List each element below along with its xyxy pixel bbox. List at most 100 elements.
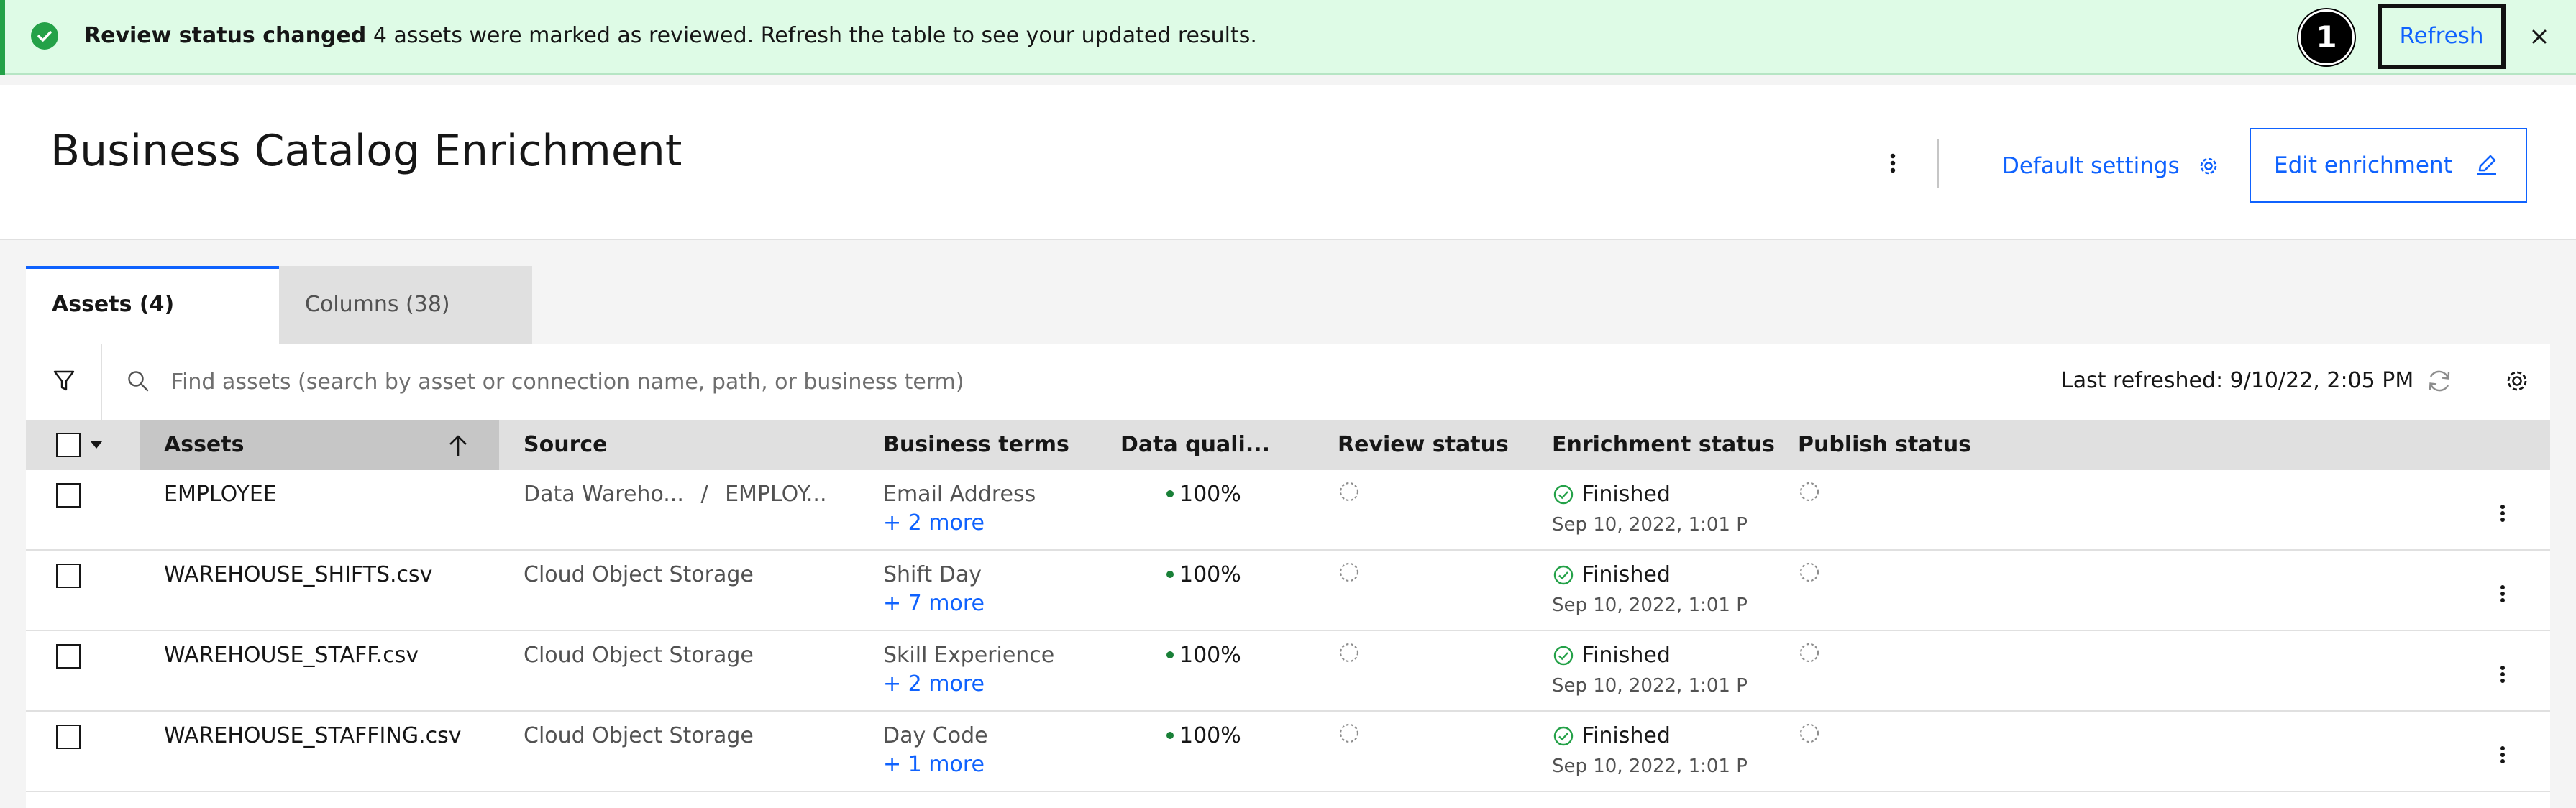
notification-message: 4 assets were marked as reviewed. Refres… bbox=[373, 23, 1257, 48]
gear-icon[interactable] bbox=[2503, 367, 2531, 395]
quality-percent: 100% bbox=[1179, 562, 1241, 587]
table-row[interactable]: WAREHOUSE_STAFFING.csv Cloud Object Stor… bbox=[26, 712, 2550, 792]
close-icon[interactable] bbox=[2524, 22, 2554, 52]
quality-percent: 100% bbox=[1179, 723, 1241, 748]
arrow-up-icon[interactable] bbox=[446, 433, 470, 459]
overflow-menu-vertical-icon[interactable] bbox=[2494, 740, 2511, 769]
asset-source: Cloud Object Storage bbox=[524, 723, 754, 748]
tab-columns[interactable]: Columns (38) bbox=[279, 266, 532, 344]
enrichment-status-text: Finished bbox=[1582, 643, 1671, 668]
table-row[interactable]: WAREHOUSE_SHIFTS.csv Cloud Object Storag… bbox=[26, 551, 2550, 631]
edit-enrichment-label: Edit enrichment bbox=[2274, 152, 2452, 178]
edit-enrichment-button[interactable]: Edit enrichment bbox=[2250, 128, 2527, 203]
publish-status-pending-icon bbox=[1799, 562, 1819, 582]
default-settings-button[interactable]: Default settings bbox=[2002, 147, 2220, 183]
column-header-publish-status[interactable]: Publish status bbox=[1798, 420, 1971, 470]
column-header-enrichment-status[interactable]: Enrichment status bbox=[1552, 420, 1775, 470]
row-checkbox[interactable] bbox=[56, 725, 81, 749]
data-quality-value: 100% bbox=[1166, 561, 1241, 589]
quality-percent: 100% bbox=[1179, 482, 1241, 507]
step-number-badge: 1 bbox=[2298, 9, 2355, 65]
overflow-menu-vertical-icon[interactable] bbox=[1880, 147, 1906, 180]
table-row[interactable]: EMPLOYEE Data Wareho... / EMPLOY... Emai… bbox=[26, 470, 2550, 551]
asset-source: Data Wareho... / EMPLOY... bbox=[524, 480, 827, 509]
asset-name[interactable]: WAREHOUSE_STAFF.csv bbox=[164, 641, 419, 670]
table-toolbar: Last refreshed: 9/10/22, 2:05 PM bbox=[26, 344, 2550, 420]
enrichment-status-text: Finished bbox=[1582, 723, 1671, 748]
quality-percent: 100% bbox=[1179, 643, 1241, 668]
publish-status-pending-icon bbox=[1799, 723, 1819, 743]
row-checkbox[interactable] bbox=[56, 644, 81, 669]
source-path: EMPLOY... bbox=[725, 482, 827, 507]
notification-accent-bar bbox=[0, 0, 5, 75]
success-notification: Review status changed 4 assets were mark… bbox=[0, 0, 2576, 75]
quality-dot-icon bbox=[1166, 570, 1174, 578]
asset-source: Cloud Object Storage bbox=[524, 562, 754, 587]
row-checkbox[interactable] bbox=[56, 483, 81, 508]
assets-table-panel: Last refreshed: 9/10/22, 2:05 PM Assets … bbox=[26, 344, 2550, 808]
table-row[interactable]: WAREHOUSE_STAFF.csv Cloud Object Storage… bbox=[26, 631, 2550, 712]
more-terms-link[interactable]: + 2 more bbox=[883, 509, 985, 538]
page-title: Business Catalog Enrichment bbox=[50, 126, 682, 176]
more-terms-link[interactable]: + 1 more bbox=[883, 750, 985, 779]
enrichment-date: Sep 10, 2022, 1:01 PM bbox=[1552, 514, 1748, 536]
gear-icon bbox=[2200, 157, 2216, 174]
column-header-review-status[interactable]: Review status bbox=[1338, 420, 1532, 470]
data-quality-value: 100% bbox=[1166, 722, 1241, 750]
publish-status-pending-icon bbox=[1799, 482, 1819, 502]
table-header-row: Assets Source Business terms Data quali.… bbox=[26, 420, 2550, 470]
chevron-down-icon[interactable] bbox=[91, 441, 102, 449]
filter-button[interactable] bbox=[26, 344, 102, 420]
review-status-pending-icon bbox=[1339, 643, 1359, 663]
filter-icon bbox=[53, 370, 75, 391]
asset-name[interactable]: WAREHOUSE_STAFFING.csv bbox=[164, 722, 462, 750]
overflow-menu-vertical-icon[interactable] bbox=[2494, 499, 2511, 528]
notification-title: Review status changed bbox=[84, 23, 367, 48]
column-header-source[interactable]: Source bbox=[524, 420, 608, 470]
more-terms-link[interactable]: + 2 more bbox=[883, 670, 985, 699]
review-status-pending-icon bbox=[1339, 723, 1359, 743]
checkmark-filled-icon bbox=[31, 22, 58, 50]
enrichment-status-text: Finished bbox=[1582, 482, 1671, 507]
overflow-menu-vertical-icon[interactable] bbox=[2494, 660, 2511, 689]
select-all-checkbox[interactable] bbox=[56, 433, 81, 457]
quality-dot-icon bbox=[1166, 731, 1174, 739]
renew-icon[interactable] bbox=[2424, 365, 2455, 397]
column-header-business-terms[interactable]: Business terms bbox=[883, 420, 1069, 470]
search-input[interactable] bbox=[170, 364, 1536, 400]
checkmark-outline-icon bbox=[1553, 646, 1574, 666]
business-term: Skill Experience bbox=[883, 643, 1055, 668]
column-header-assets[interactable]: Assets bbox=[164, 420, 244, 470]
default-settings-label: Default settings bbox=[2002, 152, 2180, 179]
asset-name[interactable]: WAREHOUSE_SHIFTS.csv bbox=[164, 561, 432, 589]
more-terms-link[interactable]: + 7 more bbox=[883, 589, 985, 618]
checkmark-outline-icon bbox=[1553, 726, 1574, 746]
quality-dot-icon bbox=[1166, 490, 1174, 497]
checkmark-outline-icon bbox=[1553, 565, 1574, 585]
review-status-pending-icon bbox=[1339, 562, 1359, 582]
tab-assets[interactable]: Assets (4) bbox=[26, 266, 279, 344]
enrichment-status-text: Finished bbox=[1582, 562, 1671, 587]
data-quality-value: 100% bbox=[1166, 641, 1241, 670]
overflow-menu-vertical-icon[interactable] bbox=[2494, 579, 2511, 608]
refresh-button[interactable]: Refresh bbox=[2378, 4, 2506, 69]
last-refreshed-text: Last refreshed: 9/10/22, 2:05 PM bbox=[2061, 368, 2414, 393]
edit-pencil-icon bbox=[2477, 155, 2496, 175]
review-status-pending-icon bbox=[1339, 482, 1359, 502]
column-header-data-quality[interactable]: Data quali... bbox=[1120, 420, 1270, 470]
checkmark-outline-icon bbox=[1553, 485, 1574, 505]
asset-source: Cloud Object Storage bbox=[524, 643, 754, 668]
notification-text: Review status changed 4 assets were mark… bbox=[84, 22, 1257, 50]
business-term: Shift Day bbox=[883, 562, 982, 587]
asset-name[interactable]: EMPLOYEE bbox=[164, 480, 277, 509]
search-icon bbox=[128, 371, 149, 392]
page-header: Business Catalog Enrichment Default sett… bbox=[0, 85, 2576, 240]
row-checkbox[interactable] bbox=[56, 564, 81, 588]
source-separator: / bbox=[700, 482, 708, 507]
business-term: Email Address bbox=[883, 482, 1036, 507]
enrichment-date: Sep 10, 2022, 1:01 PM bbox=[1552, 756, 1748, 777]
quality-dot-icon bbox=[1166, 651, 1174, 658]
enrichment-date: Sep 10, 2022, 1:01 PM bbox=[1552, 675, 1748, 697]
business-term: Day Code bbox=[883, 723, 988, 748]
header-divider bbox=[1937, 139, 1939, 188]
